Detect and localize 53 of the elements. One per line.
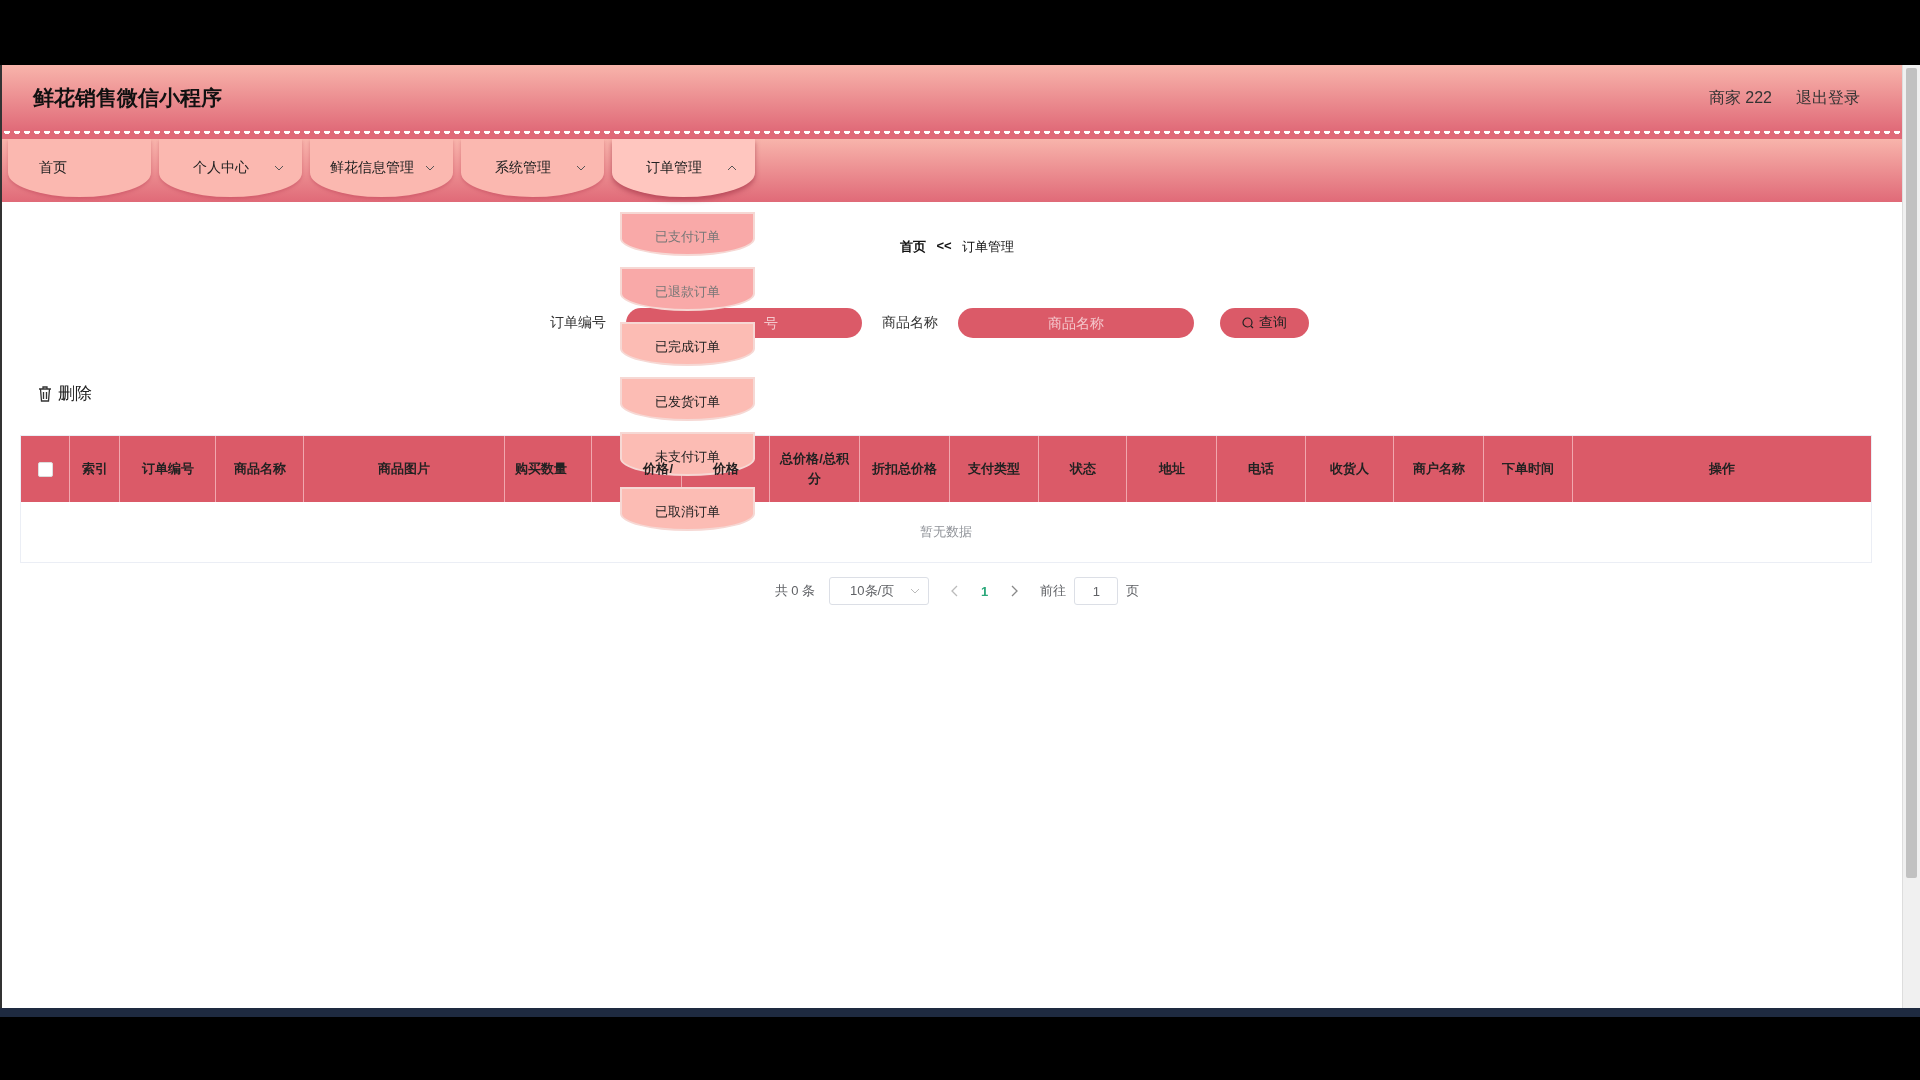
nav-item[interactable]: 首页: [8, 139, 151, 197]
caret-icon: [727, 165, 737, 171]
nav-item[interactable]: 鲜花信息管理: [310, 139, 453, 197]
field-label: 订单编号: [550, 314, 606, 332]
column-header: 商户名称: [1412, 460, 1465, 478]
nav-item[interactable]: 个人中心: [159, 139, 302, 197]
user-name: 商家 222: [1708, 87, 1772, 108]
field-label: 商品名称: [882, 314, 938, 332]
column-header: 状态: [1069, 460, 1096, 478]
column-header: 操作: [1709, 460, 1735, 478]
column-header: 订单编号: [141, 460, 194, 478]
nav-item[interactable]: 系统管理: [461, 139, 604, 197]
column-header: 支付类型: [968, 460, 1020, 478]
logout-link[interactable]: 退出登录: [1796, 87, 1860, 109]
delete-button[interactable]: 删除: [38, 382, 92, 405]
next-page-icon[interactable]: [1010, 585, 1019, 597]
app-title: 鲜花销售微信小程序: [33, 85, 222, 111]
search-field[interactable]: 商品名称: [958, 308, 1194, 338]
caret-icon: [425, 165, 435, 171]
goto-label: 前往: [1040, 582, 1067, 600]
page-size-select[interactable]: 10条/页: [829, 577, 930, 605]
dropdown-item[interactable]: 已完成订单: [620, 322, 755, 366]
breadcrumb-current: 订单管理: [961, 238, 1014, 256]
dropdown-item[interactable]: 已发货订单: [620, 377, 755, 421]
dropdown-item[interactable]: 已取消订单: [620, 487, 755, 531]
page-unit: 页: [1126, 582, 1140, 600]
column-header: 商品图片: [378, 460, 430, 478]
caret-icon: [576, 165, 586, 171]
column-header: 价格: [712, 461, 739, 478]
breadcrumb-separator: <<: [936, 238, 952, 255]
column-header: 地址: [1158, 460, 1185, 478]
page-input[interactable]: 1: [1074, 577, 1119, 605]
scrollbar[interactable]: [1902, 65, 1920, 1008]
previous-page-icon[interactable]: [951, 585, 960, 597]
caret-icon: [274, 165, 284, 171]
column-header: 价格/: [643, 461, 673, 478]
total-count: 共 0 条: [774, 582, 816, 600]
column-header: 总价格/总积分: [778, 450, 850, 488]
trash-icon: [38, 385, 52, 402]
nav-item[interactable]: 订单管理: [612, 139, 755, 197]
select-all-checkbox[interactable]: [37, 461, 53, 477]
search-button[interactable]: 查询: [1220, 308, 1309, 338]
caret-icon: [910, 588, 921, 594]
column-header: 电话: [1248, 460, 1274, 478]
column-header: 折扣总价格: [872, 460, 937, 478]
column-header: 购买数量: [515, 460, 567, 478]
column-header: 下单时间: [1502, 460, 1554, 478]
column-header: 收货人: [1330, 460, 1369, 478]
breadcrumb-home[interactable]: 首页: [900, 238, 927, 256]
column-header: 商品名称: [233, 460, 286, 478]
search-icon: [1242, 317, 1254, 329]
empty-table-message: 暂无数据: [920, 523, 972, 541]
column-header: 索引: [81, 460, 108, 478]
